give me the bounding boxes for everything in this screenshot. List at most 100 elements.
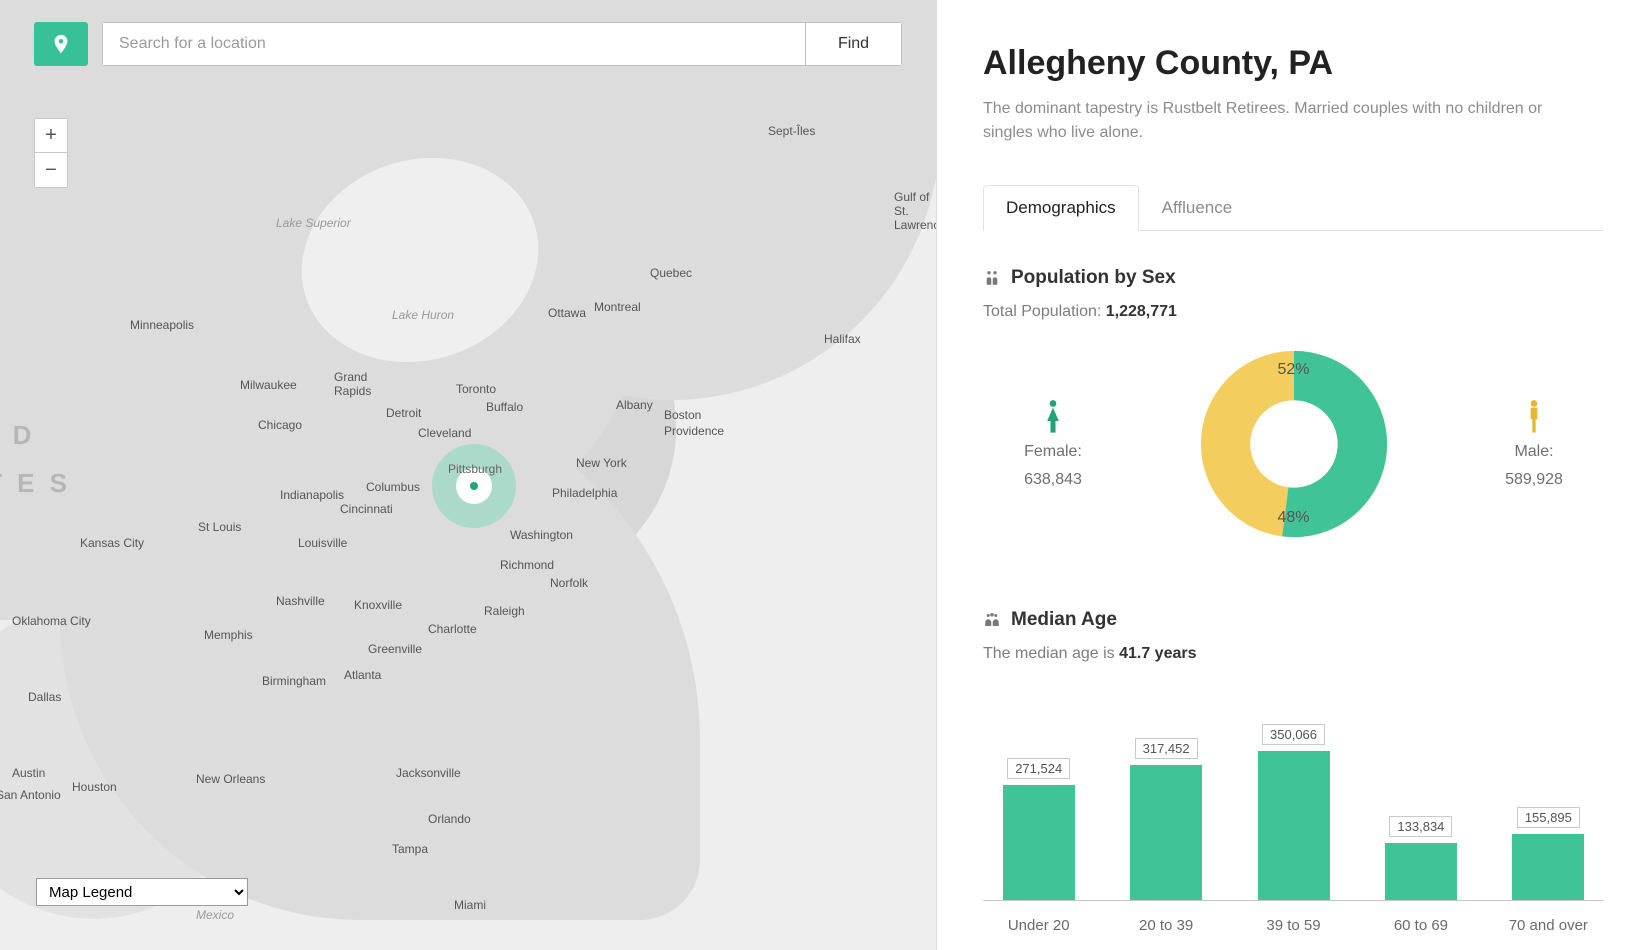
people-icon <box>983 269 1001 287</box>
lake-label: Lake Superior <box>276 216 351 230</box>
lake-label-huron: Lake Huron <box>392 308 454 322</box>
tab-affluence[interactable]: Affluence <box>1139 185 1256 231</box>
age-bar-chart: 271,524 317,452 350,066 133,834 155,895 <box>983 691 1604 901</box>
bar-category-label: 70 and over <box>1503 917 1594 934</box>
city-label: Tampa <box>392 842 428 856</box>
locate-button[interactable] <box>34 22 88 66</box>
state-label2: T E S <box>0 468 71 499</box>
city-label: Richmond <box>500 558 554 572</box>
city-label: Kansas City <box>80 536 144 550</box>
female-icon <box>1043 399 1063 433</box>
city-label: Atlanta <box>344 668 381 682</box>
bar-category-label: 20 to 39 <box>1120 917 1211 934</box>
bar-value-label: 271,524 <box>1007 758 1070 779</box>
city-label: Philadelphia <box>552 486 617 500</box>
city-label: Houston <box>72 780 117 794</box>
city-label: Norfolk <box>550 576 588 590</box>
city-label: Louisville <box>298 536 347 550</box>
search-input[interactable] <box>103 23 805 65</box>
city-label: Quebec <box>650 266 692 280</box>
city-label: Montreal <box>594 300 641 314</box>
map-pane[interactable]: E D T E S Lake Superior Lake Huron Grand… <box>0 0 937 950</box>
tabs: Demographics Affluence <box>983 185 1604 231</box>
city-label: Detroit <box>386 406 421 420</box>
city-label: Orlando <box>428 812 471 826</box>
median-age-blurb: The median age is 41.7 years <box>983 645 1604 663</box>
search-wrap: Find <box>102 22 902 66</box>
bar-col: 350,066 <box>1248 724 1339 900</box>
bar <box>1385 843 1457 900</box>
city-label: Greenville <box>368 642 422 656</box>
population-row: Female: 638,843 52% 48% Male: 589,928 <box>983 349 1604 539</box>
city-label: Milwaukee <box>240 378 297 392</box>
search-row: Find <box>34 22 902 66</box>
section-heading-population: Population by Sex <box>983 267 1604 289</box>
city-label: New York <box>576 456 627 470</box>
city-label: Washington <box>510 528 573 542</box>
city-label: Toronto <box>456 382 496 396</box>
city-label: Knoxville <box>354 598 402 612</box>
city-label: Boston <box>664 408 701 422</box>
age-bar-labels: Under 20 20 to 39 39 to 59 60 to 69 70 and o… <box>983 911 1604 934</box>
map-legend-select[interactable]: Map Legend <box>36 878 248 906</box>
bar-category-label: 60 to 69 <box>1375 917 1466 934</box>
city-label: Minneapolis <box>130 318 194 332</box>
male-block: Male: 589,928 <box>1464 399 1604 489</box>
bar-category-label: 39 to 59 <box>1248 917 1339 934</box>
city-label: Nashville <box>276 594 325 608</box>
city-label: Birmingham <box>262 674 326 688</box>
find-button[interactable]: Find <box>805 23 901 65</box>
page-subtitle: The dominant tapestry is Rustbelt Retire… <box>983 97 1563 145</box>
city-label: Cleveland <box>418 426 471 440</box>
female-block: Female: 638,843 <box>983 399 1123 489</box>
city-label: Albany <box>616 398 653 412</box>
city-label: St Louis <box>198 520 241 534</box>
male-icon <box>1524 399 1544 433</box>
city-label: Ottawa <box>548 306 586 320</box>
bar-col: 271,524 <box>993 758 1084 900</box>
bar <box>1512 834 1584 900</box>
city-label: Miami <box>454 898 486 912</box>
bar <box>1258 751 1330 900</box>
population-donut: 52% 48% <box>1199 349 1389 539</box>
group-icon <box>983 611 1001 629</box>
selected-location-dot <box>470 482 478 490</box>
city-label: Columbus <box>366 480 420 494</box>
zoom-out-button[interactable]: − <box>35 153 67 187</box>
state-label: E D <box>0 420 35 451</box>
city-label: Buffalo <box>486 400 523 414</box>
tab-demographics[interactable]: Demographics <box>983 185 1139 231</box>
zoom-in-button[interactable]: + <box>35 119 67 153</box>
city-label: Charlotte <box>428 622 477 636</box>
donut-top-label: 52% <box>1277 361 1309 379</box>
section-heading-age: Median Age <box>983 609 1604 631</box>
bar-col: 317,452 <box>1120 738 1211 900</box>
city-label: Indianapolis <box>280 488 344 502</box>
bar-col: 133,834 <box>1375 816 1466 900</box>
pin-icon <box>50 33 72 55</box>
bar-value-label: 133,834 <box>1389 816 1452 837</box>
bar-value-label: 317,452 <box>1135 738 1198 759</box>
bar-col: 155,895 <box>1503 807 1594 900</box>
city-label: Jacksonville <box>396 766 461 780</box>
city-label: Chicago <box>258 418 302 432</box>
city-label: Austin <box>12 766 45 780</box>
detail-pane[interactable]: Allegheny County, PA The dominant tapest… <box>937 0 1650 950</box>
city-label: Providence <box>664 424 724 438</box>
bar <box>1003 785 1075 900</box>
total-population: Total Population: 1,228,771 <box>983 303 1604 321</box>
city-label: Oklahoma City <box>12 614 91 628</box>
city-label: Raleigh <box>484 604 525 618</box>
bar-category-label: Under 20 <box>993 917 1084 934</box>
city-label: Memphis <box>204 628 253 642</box>
bar-value-label: 155,895 <box>1517 807 1580 828</box>
city-label: New Orleans <box>196 772 265 786</box>
page-title: Allegheny County, PA <box>983 44 1604 83</box>
focus-city-label: Pittsburgh <box>448 462 502 476</box>
city-label: Halifax <box>824 332 861 346</box>
map-label-septiles: Sept-Îles <box>768 124 815 138</box>
map-label-gulfstl: Gulf of St. Lawrence <box>894 190 937 232</box>
zoom-control: + − <box>34 118 68 188</box>
bar-value-label: 350,066 <box>1262 724 1325 745</box>
bar <box>1130 765 1202 900</box>
